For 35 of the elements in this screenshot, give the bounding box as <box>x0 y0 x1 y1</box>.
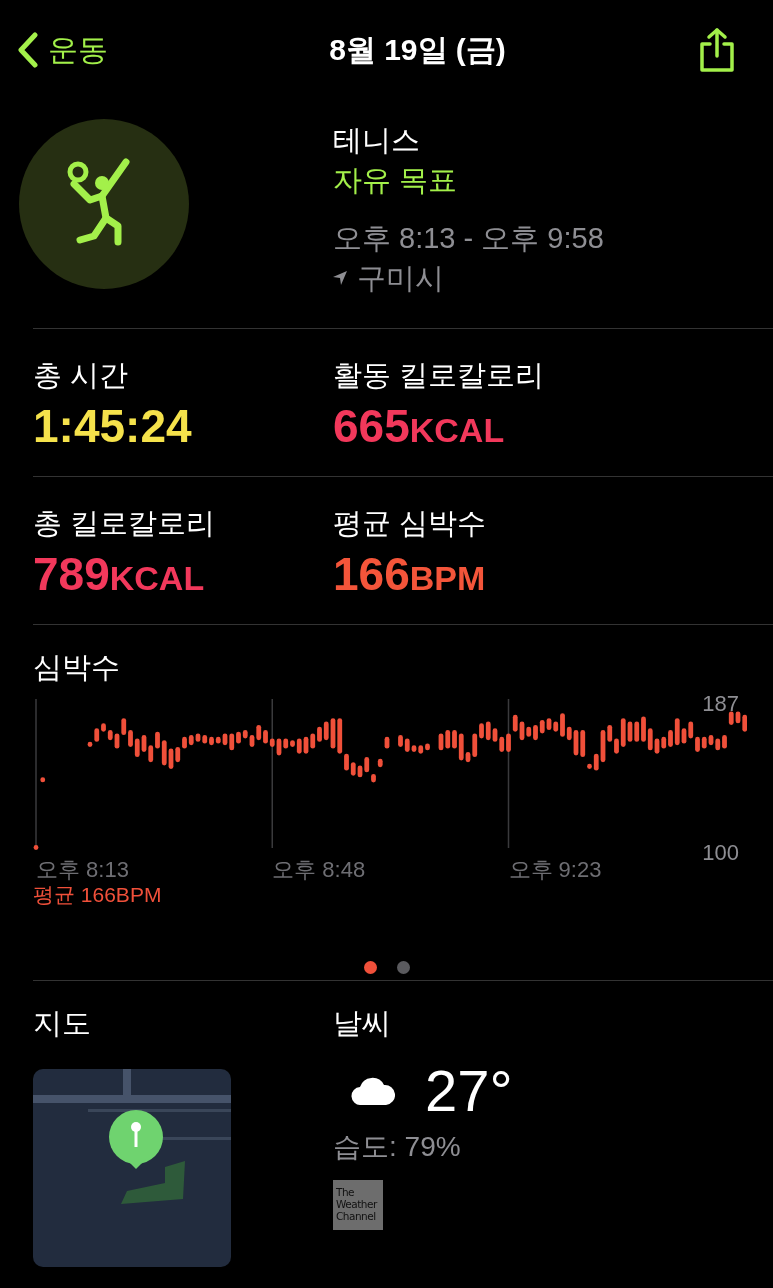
share-button[interactable] <box>697 27 737 73</box>
stat-value: 665 <box>333 399 410 453</box>
stat-label: 활동 킬로칼로리 <box>333 358 546 393</box>
axis-label: 187 <box>702 695 739 716</box>
workout-location: 구미시 <box>357 261 444 296</box>
temperature: 27° <box>425 1057 513 1124</box>
chevron-left-icon <box>18 32 38 68</box>
section-title: 지도 <box>33 1006 92 1041</box>
stat-label: 총 킬로칼로리 <box>33 506 217 541</box>
stat-unit: KCAL <box>409 411 505 450</box>
section-title: 심박수 <box>33 650 121 685</box>
location-arrow-icon <box>333 271 347 285</box>
humidity: 습도: 79% <box>333 1130 462 1164</box>
cloud-icon <box>351 1076 395 1105</box>
section-title: 날씨 <box>333 1006 392 1041</box>
stat-value: 789 <box>33 547 110 601</box>
axis-label: 오후 9:23 <box>508 857 602 882</box>
stat-unit: BPM <box>409 559 486 598</box>
back-link[interactable]: 운동 <box>18 29 108 71</box>
axis-label: 오후 8:48 <box>272 857 366 882</box>
workout-name: 테니스 <box>333 123 421 158</box>
stat-value: 1:45:24 <box>33 399 192 453</box>
page-title: 8월 19일 (금) <box>329 31 506 68</box>
page-dot[interactable] <box>396 961 410 974</box>
stat-value: 166 <box>333 547 410 601</box>
weather-channel-logo: The Weather Channel <box>333 1180 383 1230</box>
axis-label: 오후 8:13 <box>36 857 129 882</box>
stat-unit: KCAL <box>109 559 205 598</box>
workout-goal: 자유 목표 <box>333 163 459 198</box>
workout-time: 오후 8:13 - 오후 9:58 <box>333 221 604 256</box>
page-dot[interactable] <box>363 961 377 974</box>
average-heart-rate: 평균 166BPM <box>33 882 162 908</box>
stat-label: 총 시간 <box>33 358 130 393</box>
axis-label: 100 <box>702 840 739 865</box>
stat-label: 평균 심박수 <box>333 506 488 541</box>
